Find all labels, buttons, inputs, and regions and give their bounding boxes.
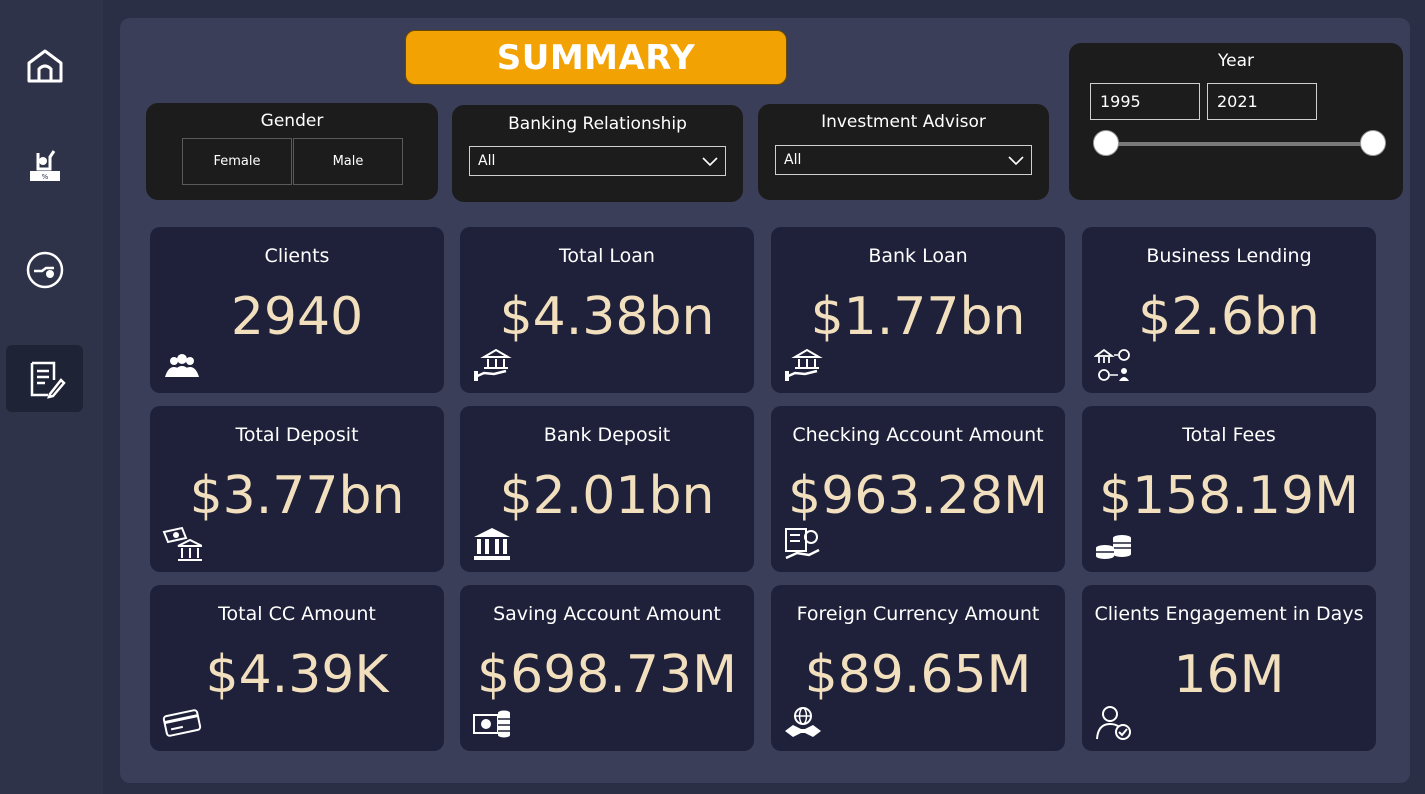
gender-slicer-title: Gender — [260, 111, 324, 131]
kpi-value: $698.73M — [477, 645, 737, 705]
kpi-card-total-loan[interactable]: Total Loan $4.38bn — [460, 227, 754, 393]
svg-text:%: % — [41, 173, 48, 181]
checking-account-icon — [783, 526, 823, 562]
chevron-down-icon — [702, 157, 718, 167]
loan-icon: % — [29, 149, 60, 181]
kpi-card-saving-account[interactable]: Saving Account Amount $698.73M — [460, 585, 754, 751]
summary-report-icon — [30, 361, 66, 399]
nav-deposit[interactable] — [6, 236, 83, 303]
kpi-value: $2.6bn — [1138, 287, 1320, 347]
kpi-label: Clients — [264, 245, 330, 267]
bank-hand-icon — [472, 347, 512, 383]
year-to-input[interactable]: 2021 — [1207, 83, 1317, 120]
banking-relationship-dropdown[interactable]: All — [469, 146, 726, 176]
user-check-icon — [1094, 705, 1134, 741]
bank-hand-icon — [783, 347, 823, 383]
kpi-card-total-deposit[interactable]: Total Deposit $3.77bn — [150, 406, 444, 572]
kpi-card-foreign-currency[interactable]: Foreign Currency Amount $89.65M — [771, 585, 1065, 751]
kpi-label: Business Lending — [1146, 245, 1312, 267]
kpi-card-business-lending[interactable]: Business Lending $2.6bn — [1082, 227, 1376, 393]
kpi-value: $1.77bn — [810, 287, 1026, 347]
deposit-money-icon — [162, 526, 203, 562]
kpi-value: 2940 — [230, 287, 364, 347]
credit-card-icon — [162, 705, 202, 741]
gender-male-button[interactable]: Male — [293, 138, 403, 185]
cash-coins-icon — [472, 705, 512, 741]
kpi-label: Saving Account Amount — [493, 603, 721, 625]
coins-stack-icon — [1094, 526, 1134, 562]
nav-home[interactable] — [6, 32, 83, 99]
banking-relationship-slicer: Banking Relationship All — [452, 105, 743, 202]
kpi-label: Total Deposit — [235, 424, 359, 446]
kpi-card-total-fees[interactable]: Total Fees $158.19M — [1082, 406, 1376, 572]
nav-summary[interactable] — [6, 345, 83, 412]
investment-advisor-title: Investment Advisor — [821, 112, 986, 132]
clients-icon — [162, 347, 202, 383]
year-slicer: Year 1995 2021 — [1069, 43, 1403, 200]
kpi-value: $963.28M — [788, 466, 1048, 526]
kpi-label: Foreign Currency Amount — [796, 603, 1040, 625]
kpi-label: Clients Engagement in Days — [1094, 603, 1364, 625]
kpi-value: 16M — [1173, 645, 1285, 705]
banking-relationship-value: All — [478, 153, 496, 169]
summary-title-button[interactable]: SUMMARY — [405, 30, 787, 85]
gender-slicer: Gender Female Male — [146, 103, 438, 200]
business-lending-icon — [1093, 347, 1134, 383]
banking-relationship-title: Banking Relationship — [508, 114, 687, 134]
kpi-value: $2.01bn — [499, 466, 715, 526]
kpi-card-checking-account[interactable]: Checking Account Amount $963.28M — [771, 406, 1065, 572]
nav-loan[interactable]: % — [6, 130, 83, 197]
kpi-label: Total Fees — [1182, 424, 1276, 446]
kpi-card-clients-engagement[interactable]: Clients Engagement in Days 16M — [1082, 585, 1376, 751]
year-slider-end-handle[interactable] — [1360, 130, 1386, 156]
investment-advisor-value: All — [784, 152, 802, 168]
kpi-label: Bank Loan — [868, 245, 968, 267]
kpi-value: $4.38bn — [499, 287, 715, 347]
globe-handshake-icon — [783, 705, 823, 741]
kpi-card-total-cc-amount[interactable]: Total CC Amount $4.39K — [150, 585, 444, 751]
investment-advisor-slicer: Investment Advisor All — [758, 104, 1049, 200]
year-slider-track[interactable] — [1106, 142, 1372, 146]
kpi-label: Total CC Amount — [218, 603, 376, 625]
year-from-input[interactable]: 1995 — [1090, 83, 1200, 120]
investment-advisor-dropdown[interactable]: All — [775, 145, 1032, 175]
chevron-down-icon — [1008, 156, 1024, 166]
home-icon — [27, 49, 62, 82]
year-slicer-title: Year — [1218, 51, 1254, 71]
kpi-value: $3.77bn — [189, 466, 405, 526]
year-slider-start-handle[interactable] — [1093, 130, 1119, 156]
deposit-icon — [26, 251, 63, 288]
kpi-value: $4.39K — [205, 645, 389, 705]
kpi-card-clients[interactable]: Clients 2940 — [150, 227, 444, 393]
bank-building-icon — [472, 526, 512, 562]
kpi-label: Bank Deposit — [543, 424, 671, 446]
kpi-value: $158.19M — [1099, 466, 1359, 526]
kpi-card-bank-loan[interactable]: Bank Loan $1.77bn — [771, 227, 1065, 393]
kpi-value: $89.65M — [804, 645, 1032, 705]
kpi-card-bank-deposit[interactable]: Bank Deposit $2.01bn — [460, 406, 754, 572]
gender-female-button[interactable]: Female — [182, 138, 292, 185]
kpi-label: Checking Account Amount — [792, 424, 1044, 446]
kpi-label: Total Loan — [559, 245, 655, 267]
sidebar: % — [0, 0, 103, 794]
